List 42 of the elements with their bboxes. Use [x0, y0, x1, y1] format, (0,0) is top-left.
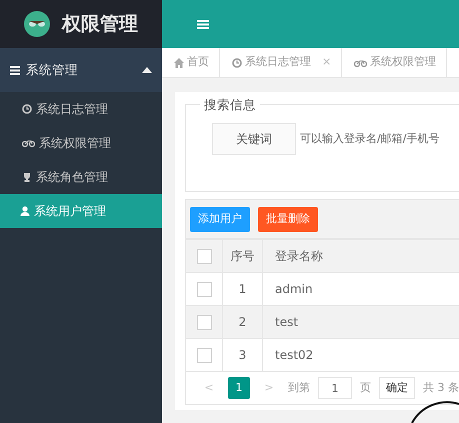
home-icon — [174, 58, 184, 68]
app-title: 权限管理 — [62, 12, 138, 37]
bicycle-icon — [22, 138, 35, 148]
clock-icon — [22, 104, 32, 114]
logo-icon — [24, 11, 50, 37]
sidebar-item[interactable]: 系统日志管理 — [0, 92, 162, 126]
prev-page-button[interactable]: < — [198, 377, 220, 399]
tab[interactable]: 首页 — [162, 48, 220, 77]
row-checkbox[interactable] — [196, 282, 212, 298]
trophy-icon — [22, 172, 32, 182]
user-icon — [20, 206, 30, 216]
select-all-checkbox[interactable] — [196, 249, 212, 264]
tab[interactable]: 系统日志管理 × — [220, 48, 342, 77]
goto-label: 到第 — [288, 380, 310, 396]
batch-delete-button[interactable]: 批量删除 — [258, 206, 318, 232]
column-header: 序号 — [222, 240, 262, 272]
keyword-label: 关键词 — [212, 123, 296, 155]
row-checkbox[interactable] — [196, 315, 212, 330]
page-button[interactable]: 1 — [228, 377, 250, 399]
column-header: 登录名称 — [262, 240, 459, 272]
page-input[interactable]: 1 — [318, 377, 352, 399]
table-cell: 3 — [222, 338, 262, 372]
keyword-input[interactable]: 可以输入登录名/邮箱/手机号 — [296, 123, 459, 155]
sidebar-item[interactable]: 系统权限管理 — [0, 126, 162, 160]
tab[interactable]: 系统权限管理 — [342, 48, 448, 77]
add-button[interactable]: 添加用户 — [190, 206, 250, 232]
sidebar-item[interactable]: 系统角色管理 — [0, 160, 162, 194]
bicycle-icon — [354, 58, 368, 68]
table-cell: test — [262, 306, 459, 338]
clock-icon — [232, 58, 242, 68]
circle-outline-drawing — [410, 400, 459, 423]
row-checkbox[interactable] — [196, 348, 212, 364]
confirm-button[interactable]: 确定 — [379, 377, 415, 399]
menu-icon — [10, 65, 22, 75]
tab-close-button[interactable]: × — [322, 54, 332, 71]
sidebar-item[interactable]: 系统用户管理 — [0, 194, 162, 228]
page-unit-label: 页 — [360, 380, 371, 396]
menu-toggle-icon[interactable] — [197, 20, 209, 28]
table-cell: 2 — [222, 306, 262, 338]
total-count: 共 3 条 — [423, 380, 459, 396]
sidebar-group-header[interactable]: 系统管理 — [0, 48, 162, 92]
caret-icon — [142, 67, 152, 73]
